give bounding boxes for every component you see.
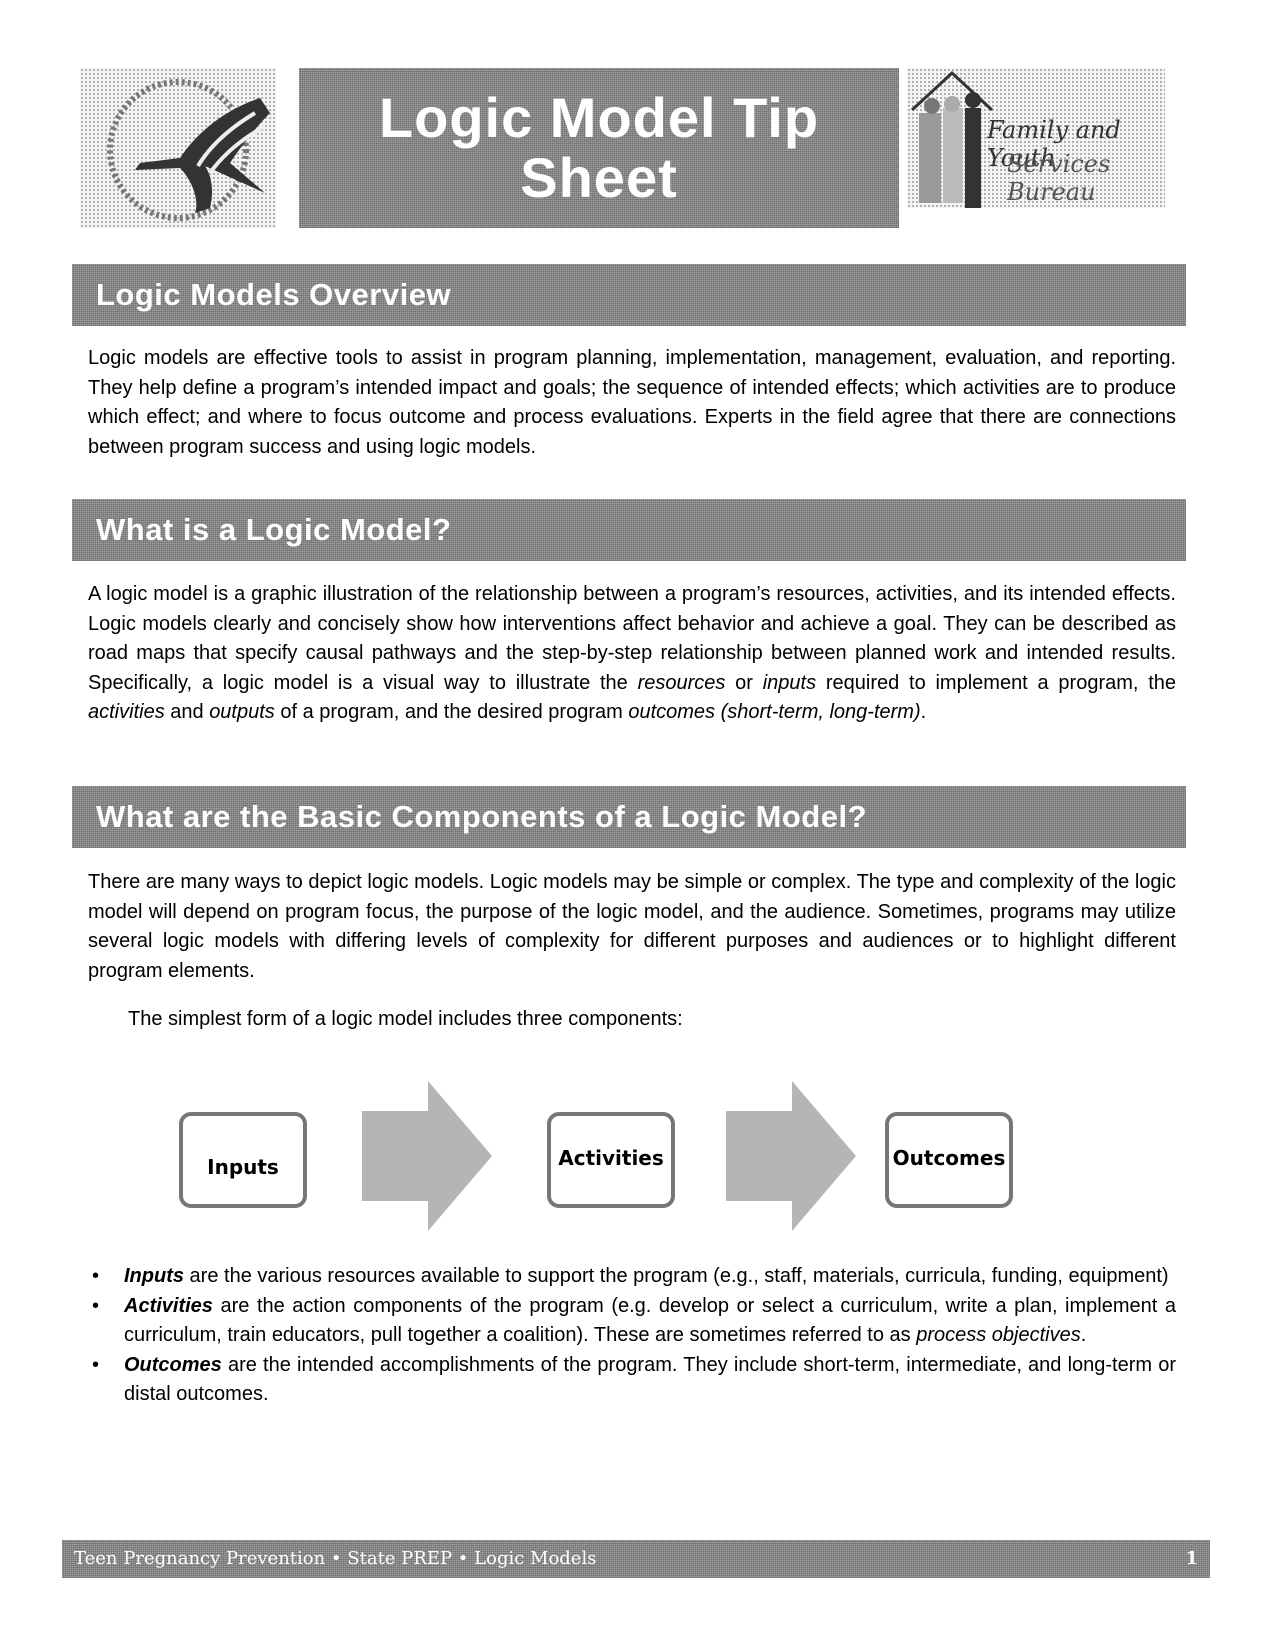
what-is-paragraph: A logic model is a graphic illustration … [88, 580, 1176, 728]
bullet-term: Outcomes [124, 1353, 222, 1376]
bullet-text: are the various resources available to s… [184, 1265, 1169, 1287]
hhs-eagle-seal-icon [107, 79, 270, 221]
text-span: of a program, and the desired program [274, 701, 629, 723]
text-span: or [725, 671, 763, 694]
section-heading-what-is: What is a Logic Model? [72, 499, 1186, 561]
components-intro: The simplest form of a logic model inclu… [128, 1008, 683, 1030]
hhs-logo [80, 68, 276, 228]
overview-paragraph: Logic models are effective tools to assi… [88, 347, 1176, 458]
footer-text: Teen Pregnancy Prevention • State PREP •… [74, 1548, 597, 1569]
bullet-outcomes: • Outcomes are the intended accomplishme… [88, 1351, 1176, 1410]
italic-term: inputs [762, 671, 817, 694]
page-footer: Teen Pregnancy Prevention • State PREP •… [62, 1540, 1210, 1578]
title-line-2: Sheet [520, 146, 678, 209]
bullet-icon: • [92, 1294, 100, 1317]
bullet-text: are the intended accomplishments of the … [124, 1353, 1176, 1406]
title-line-1: Logic Model Tip [378, 86, 820, 149]
component-inputs: Inputs [179, 1112, 307, 1208]
component-label: Inputs [207, 1155, 279, 1179]
document-title: Logic Model Tip Sheet [299, 68, 899, 228]
component-label: Outcomes [892, 1146, 1006, 1170]
right-arrow-icon [362, 1081, 492, 1231]
bullet-text: . [1080, 1324, 1087, 1346]
text-span: . [920, 701, 927, 723]
component-label: Activities [558, 1146, 664, 1170]
section-heading-overview: Logic Models Overview [72, 264, 1186, 326]
bullet-icon: • [92, 1265, 100, 1287]
italic-term: process objectives [916, 1324, 1081, 1346]
component-outcomes: Outcomes [885, 1112, 1013, 1208]
bullet-icon: • [92, 1353, 100, 1376]
bullet-inputs: • Inputs are the various resources avail… [88, 1262, 1176, 1292]
italic-term: activities [88, 701, 165, 723]
italic-term: outputs [209, 701, 275, 723]
italic-term: resources [637, 671, 726, 694]
text-span: and [164, 701, 210, 723]
section-heading-components: What are the Basic Components of a Logic… [72, 786, 1186, 848]
components-bullet-list: • Inputs are the various resources avail… [88, 1262, 1176, 1410]
bullet-term: Inputs [124, 1265, 184, 1287]
component-activities: Activities [547, 1112, 675, 1208]
right-arrow-icon [726, 1081, 856, 1231]
fysb-logo: Family and Youth Services Bureau [907, 68, 1165, 208]
components-paragraph: There are many ways to depict logic mode… [88, 871, 1176, 982]
italic-term: outcomes (short-term, long-term) [628, 701, 921, 723]
bullet-term: Activities [124, 1294, 213, 1317]
text-span: required to implement a program, the [816, 671, 1177, 694]
fysb-name-line-2: Services Bureau [1007, 150, 1111, 206]
bullet-activities: • Activities are the action components o… [88, 1292, 1176, 1351]
page-number: 1 [1185, 1548, 1198, 1569]
